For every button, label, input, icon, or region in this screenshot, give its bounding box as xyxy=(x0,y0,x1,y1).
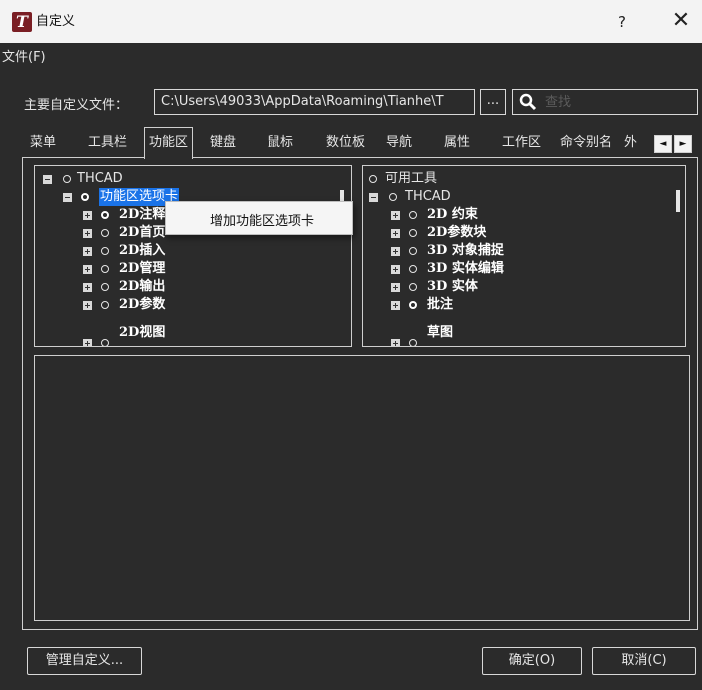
cancel-button[interactable]: 取消(C) xyxy=(592,647,696,675)
node-circle-icon xyxy=(101,339,109,346)
tree-node-label: 2D 约束 xyxy=(427,207,478,222)
expand-icon[interactable] xyxy=(391,247,400,256)
tab-command-alias[interactable]: 命令别名 xyxy=(560,131,612,155)
manage-customization-button[interactable]: 管理自定义... xyxy=(27,647,142,675)
menu-bar: 文件(F) xyxy=(0,43,702,65)
tab-external[interactable]: 外 xyxy=(624,131,637,155)
tree-node-label: THCAD xyxy=(77,171,123,186)
tree-node-label: 2D视图 xyxy=(119,325,166,340)
tab-menu[interactable]: 菜单 xyxy=(30,131,56,155)
help-button[interactable]: ? xyxy=(610,10,634,34)
tab-workspace[interactable]: 工作区 xyxy=(502,131,541,155)
tab-navigation[interactable]: 导航 xyxy=(386,131,412,155)
expand-icon[interactable] xyxy=(391,283,400,292)
context-menu-add-ribbon-tab[interactable]: 增加功能区选项卡 xyxy=(210,210,314,229)
collapse-icon[interactable] xyxy=(369,193,378,202)
node-circle-icon xyxy=(409,301,417,309)
main-file-label: 主要自定义文件： xyxy=(24,98,129,113)
tab-properties[interactable]: 属性 xyxy=(444,131,470,155)
node-circle-icon xyxy=(101,247,109,255)
tree-node-label: 可用工具 xyxy=(385,171,438,186)
context-menu: 增加功能区选项卡 xyxy=(165,201,353,235)
tree-node-label: 3D 实体编辑 xyxy=(427,261,504,276)
tree-node-label: 2D管理 xyxy=(119,261,166,276)
available-tools-tree[interactable]: 可用工具 THCAD 2D 约束 2D参数块 3D 对象捕捉 3D 实体编辑 3… xyxy=(362,165,686,347)
menu-file[interactable]: 文件(F) xyxy=(2,46,46,65)
left-tree-scrollbar[interactable] xyxy=(337,170,347,342)
expand-icon[interactable] xyxy=(391,301,400,310)
node-circle-icon xyxy=(389,193,397,201)
main-file-path-field[interactable]: C:\Users\49033\AppData\Roaming\Tianhe\T xyxy=(154,89,475,115)
close-button[interactable]: ✕ xyxy=(668,8,694,34)
browse-button[interactable]: ... xyxy=(480,89,506,115)
expand-icon[interactable] xyxy=(83,265,92,274)
tab-keyboard[interactable]: 键盘 xyxy=(210,131,236,155)
tab-scroll-right-icon[interactable]: ► xyxy=(674,135,692,153)
expand-icon[interactable] xyxy=(83,211,92,220)
tab-scroll-left-icon[interactable]: ◄ xyxy=(654,135,672,153)
tree-node-label: 2D输出 xyxy=(119,279,166,294)
window-title: 自定义 xyxy=(36,14,76,29)
tree-node-label: THCAD xyxy=(405,189,451,204)
node-circle-icon xyxy=(409,211,417,219)
search-box[interactable] xyxy=(512,89,698,115)
search-icon xyxy=(519,93,537,111)
tree-node-label: 批注 xyxy=(427,297,454,312)
tab-ribbon[interactable]: 功能区 xyxy=(144,127,194,159)
expand-icon[interactable] xyxy=(391,229,400,238)
properties-panel xyxy=(34,355,690,621)
ok-button[interactable]: 确定(O) xyxy=(482,647,582,675)
node-circle-icon xyxy=(81,193,89,201)
node-circle-icon xyxy=(369,175,377,183)
expand-icon[interactable] xyxy=(391,339,400,346)
node-circle-icon xyxy=(101,265,109,273)
expand-icon[interactable] xyxy=(391,265,400,274)
app-logo-icon: T xyxy=(12,12,32,32)
node-circle-icon xyxy=(409,339,417,346)
tree-node-label: 2D参数块 xyxy=(427,225,487,240)
expand-icon[interactable] xyxy=(83,229,92,238)
tab-strip: 菜单 工具栏 功能区 键盘 鼠标 数位板 导航 属性 工作区 命令别名 外 ◄ … xyxy=(22,127,698,159)
expand-icon[interactable] xyxy=(391,211,400,220)
tree-node-label: 2D首页 xyxy=(119,225,166,240)
collapse-icon[interactable] xyxy=(43,175,52,184)
tree-node-label: 2D插入 xyxy=(119,243,166,258)
search-input[interactable] xyxy=(545,92,693,112)
ribbon-tree[interactable]: THCAD 功能区选项卡 2D注释 2D首页 2D插入 2D管理 2D输出 2D… xyxy=(34,165,352,347)
tab-mouse[interactable]: 鼠标 xyxy=(267,131,293,155)
collapse-icon[interactable] xyxy=(63,193,72,202)
tab-tablet[interactable]: 数位板 xyxy=(326,131,365,155)
node-circle-icon xyxy=(409,283,417,291)
node-circle-icon xyxy=(101,211,109,219)
node-circle-icon xyxy=(101,229,109,237)
tree-node-label: 草图 xyxy=(427,325,454,340)
expand-icon[interactable] xyxy=(83,283,92,292)
tree-node-label: 2D注释 xyxy=(119,207,166,222)
right-tree-scrollbar[interactable] xyxy=(673,170,683,342)
node-circle-icon xyxy=(101,301,109,309)
tree-node-label: 3D 对象捕捉 xyxy=(427,243,504,258)
node-circle-icon xyxy=(409,229,417,237)
tab-toolbar[interactable]: 工具栏 xyxy=(88,131,127,155)
title-bar: T 自定义 ? ✕ xyxy=(0,0,702,43)
node-circle-icon xyxy=(101,283,109,291)
scrollbar-thumb[interactable] xyxy=(676,190,680,212)
expand-icon[interactable] xyxy=(83,301,92,310)
node-circle-icon xyxy=(409,265,417,273)
node-circle-icon xyxy=(409,247,417,255)
tree-node-label: 3D 实体 xyxy=(427,279,478,294)
tree-node-label: 2D参数 xyxy=(119,297,166,312)
expand-icon[interactable] xyxy=(83,247,92,256)
node-circle-icon xyxy=(63,175,71,183)
expand-icon[interactable] xyxy=(83,339,92,346)
